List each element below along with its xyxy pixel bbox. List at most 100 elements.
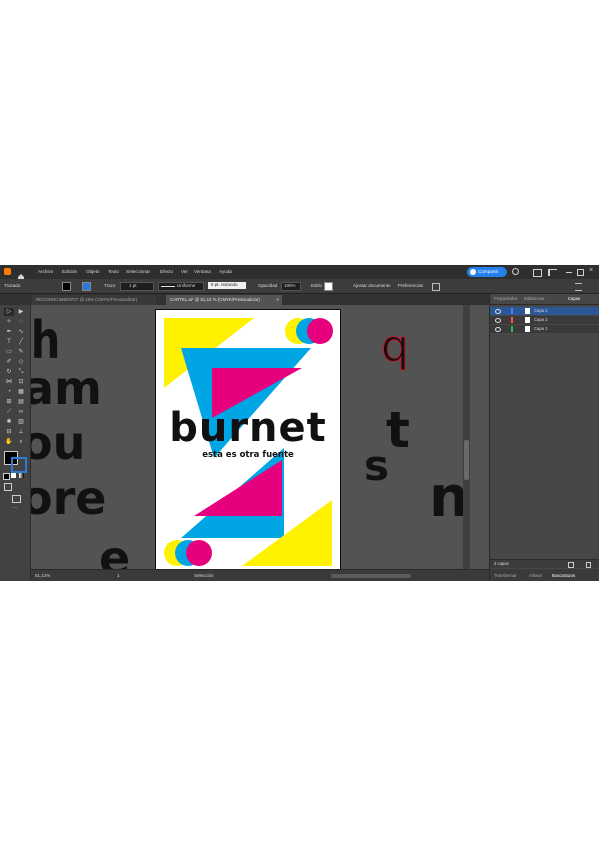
opacity-field[interactable]: 100%: [281, 282, 301, 291]
color-mode-icon[interactable]: [11, 473, 16, 478]
lasso-tool-icon[interactable]: ◌: [16, 318, 26, 326]
stroke-color-box[interactable]: [11, 457, 27, 473]
menu-help[interactable]: Ayuda: [219, 269, 232, 274]
workspace-icon[interactable]: [548, 269, 557, 276]
tab-cartel[interactable]: CARTEL.ai* @ 51,12 % (CMYK/Previsualizar…: [166, 295, 282, 305]
zoom-tool-icon[interactable]: ⌕: [16, 438, 26, 446]
menu-edit[interactable]: Edición: [62, 269, 77, 274]
shape-builder-tool-icon[interactable]: ◔: [4, 388, 14, 396]
vertical-scrollbar[interactable]: [463, 305, 470, 569]
stroke-style-dropdown[interactable]: Uniforme: [158, 282, 204, 291]
line-tool-icon[interactable]: ╱: [16, 338, 26, 346]
shaper-tool-icon[interactable]: ✐: [4, 358, 14, 366]
menu-view[interactable]: Ver: [181, 269, 188, 274]
stray-letter-e[interactable]: e: [99, 535, 130, 569]
delete-layer-icon[interactable]: [586, 562, 591, 568]
mesh-tool-icon[interactable]: ⊞: [4, 398, 14, 406]
screen-mode-icon[interactable]: [12, 495, 21, 503]
perspective-grid-tool-icon[interactable]: ▦: [16, 388, 26, 396]
stray-letters-ou[interactable]: ou: [31, 420, 85, 466]
paintbrush-tool-icon[interactable]: ✎: [16, 348, 26, 356]
stroke-swatch[interactable]: [82, 282, 91, 291]
stray-letter-n[interactable]: n: [429, 470, 463, 526]
artboard-number[interactable]: 1: [117, 573, 120, 579]
artboard-tool-icon[interactable]: ⊟: [4, 428, 14, 436]
tab-reconocimiento[interactable]: RECONOCIMIENTO* @ 25% (CMYK/Previsualiza…: [32, 295, 156, 305]
brush-dropdown[interactable]: 5 pt. redondo: [208, 282, 246, 289]
rotate-tool-icon[interactable]: ↻: [4, 368, 14, 376]
layer-name[interactable]: Capa 1: [534, 326, 548, 332]
menu-file[interactable]: Archivo: [38, 269, 53, 274]
more-tools-icon[interactable]: ···: [12, 505, 18, 511]
rectangle-tool-icon[interactable]: ▭: [4, 348, 14, 356]
gradient-mode-icon[interactable]: [19, 473, 24, 478]
draw-mode-icon[interactable]: [4, 483, 12, 491]
stray-letter-q[interactable]: q: [381, 324, 410, 369]
stray-letters-am[interactable]: am: [31, 365, 102, 411]
gradient-tool-icon[interactable]: ▤: [16, 398, 26, 406]
layer-name[interactable]: Capa 3: [534, 317, 548, 323]
blend-tool-icon[interactable]: ∞: [16, 408, 26, 416]
menu-effect[interactable]: Efecto: [160, 269, 173, 274]
arrange-documents-icon[interactable]: [533, 269, 542, 277]
style-swatch[interactable]: [324, 282, 333, 291]
eraser-tool-icon[interactable]: ◇: [16, 358, 26, 366]
stroke-weight-field[interactable]: 1 pt: [120, 282, 154, 291]
menu-window[interactable]: Ventana: [194, 269, 211, 274]
pen-tool-icon[interactable]: ✒: [4, 328, 14, 336]
magic-wand-tool-icon[interactable]: ✧: [4, 318, 14, 326]
close-tab-icon[interactable]: ×: [276, 295, 279, 305]
search-icon[interactable]: [512, 268, 519, 275]
menu-object[interactable]: Objeto: [86, 269, 100, 274]
home-icon[interactable]: [17, 268, 24, 280]
stray-letter-h[interactable]: h: [31, 315, 60, 367]
tab-align[interactable]: Alinear: [529, 573, 542, 578]
arrange-icon[interactable]: [432, 283, 440, 291]
eye-icon[interactable]: [495, 309, 501, 314]
tab-libraries[interactable]: Bibliotecas: [524, 296, 544, 301]
poster-subtitle[interactable]: esta es otra fuente: [156, 450, 340, 460]
direct-selection-tool-icon[interactable]: ▶: [16, 308, 26, 316]
layer-row[interactable]: Capa 2: [490, 307, 599, 315]
new-layer-icon[interactable]: [568, 562, 574, 568]
close-icon[interactable]: ×: [589, 267, 593, 274]
hand-tool-icon[interactable]: ✋: [4, 438, 14, 446]
symbol-sprayer-tool-icon[interactable]: ✺: [4, 418, 14, 426]
document-setup-button[interactable]: Ajustar documento: [353, 283, 391, 289]
canvas[interactable]: h am ou ore e q t s n burnet esta es otr…: [31, 305, 463, 569]
layer-name[interactable]: Capa 2: [534, 308, 548, 314]
eye-icon[interactable]: [495, 318, 501, 323]
artboard-poster[interactable]: burnet esta es otra fuente: [156, 310, 340, 569]
minimize-icon[interactable]: [566, 272, 572, 273]
tab-transform[interactable]: Transformar: [494, 573, 517, 578]
tab-pathfinder[interactable]: Buscatrazos: [552, 573, 575, 578]
width-tool-icon[interactable]: ⋈: [4, 378, 14, 386]
menu-text[interactable]: Texto: [108, 269, 119, 274]
share-button[interactable]: Compartir: [467, 267, 507, 277]
slice-tool-icon[interactable]: ⟂: [16, 428, 26, 436]
stray-letter-t[interactable]: t: [386, 405, 410, 455]
stray-letters-ore[interactable]: ore: [31, 475, 107, 521]
eye-icon[interactable]: [495, 327, 501, 332]
stray-letter-s[interactable]: s: [364, 445, 389, 487]
maximize-icon[interactable]: [577, 269, 584, 276]
zoom-level[interactable]: 51,12%: [35, 573, 50, 579]
graph-tool-icon[interactable]: ▥: [16, 418, 26, 426]
fill-swatch[interactable]: [62, 282, 71, 291]
menu-select[interactable]: Seleccionar: [126, 269, 150, 274]
type-tool-icon[interactable]: T: [4, 338, 14, 346]
poster-title[interactable]: burnet: [156, 408, 340, 448]
default-colors-icon[interactable]: [3, 473, 10, 480]
scale-tool-icon[interactable]: ⤡: [16, 368, 26, 376]
curvature-tool-icon[interactable]: ∿: [16, 328, 26, 336]
tab-properties[interactable]: Propiedades: [494, 296, 518, 301]
preferences-button[interactable]: Preferencias: [398, 283, 423, 289]
horizontal-scrollbar[interactable]: [331, 574, 411, 578]
layer-row[interactable]: Capa 1: [490, 325, 599, 333]
free-transform-tool-icon[interactable]: ⊡: [16, 378, 26, 386]
layer-row[interactable]: Capa 3: [490, 316, 599, 324]
eyedropper-tool-icon[interactable]: ⟋: [4, 408, 14, 416]
tab-layers[interactable]: Capas: [568, 296, 580, 301]
selection-tool-icon[interactable]: ▷: [4, 308, 14, 316]
panel-menu-icon[interactable]: [575, 283, 582, 291]
